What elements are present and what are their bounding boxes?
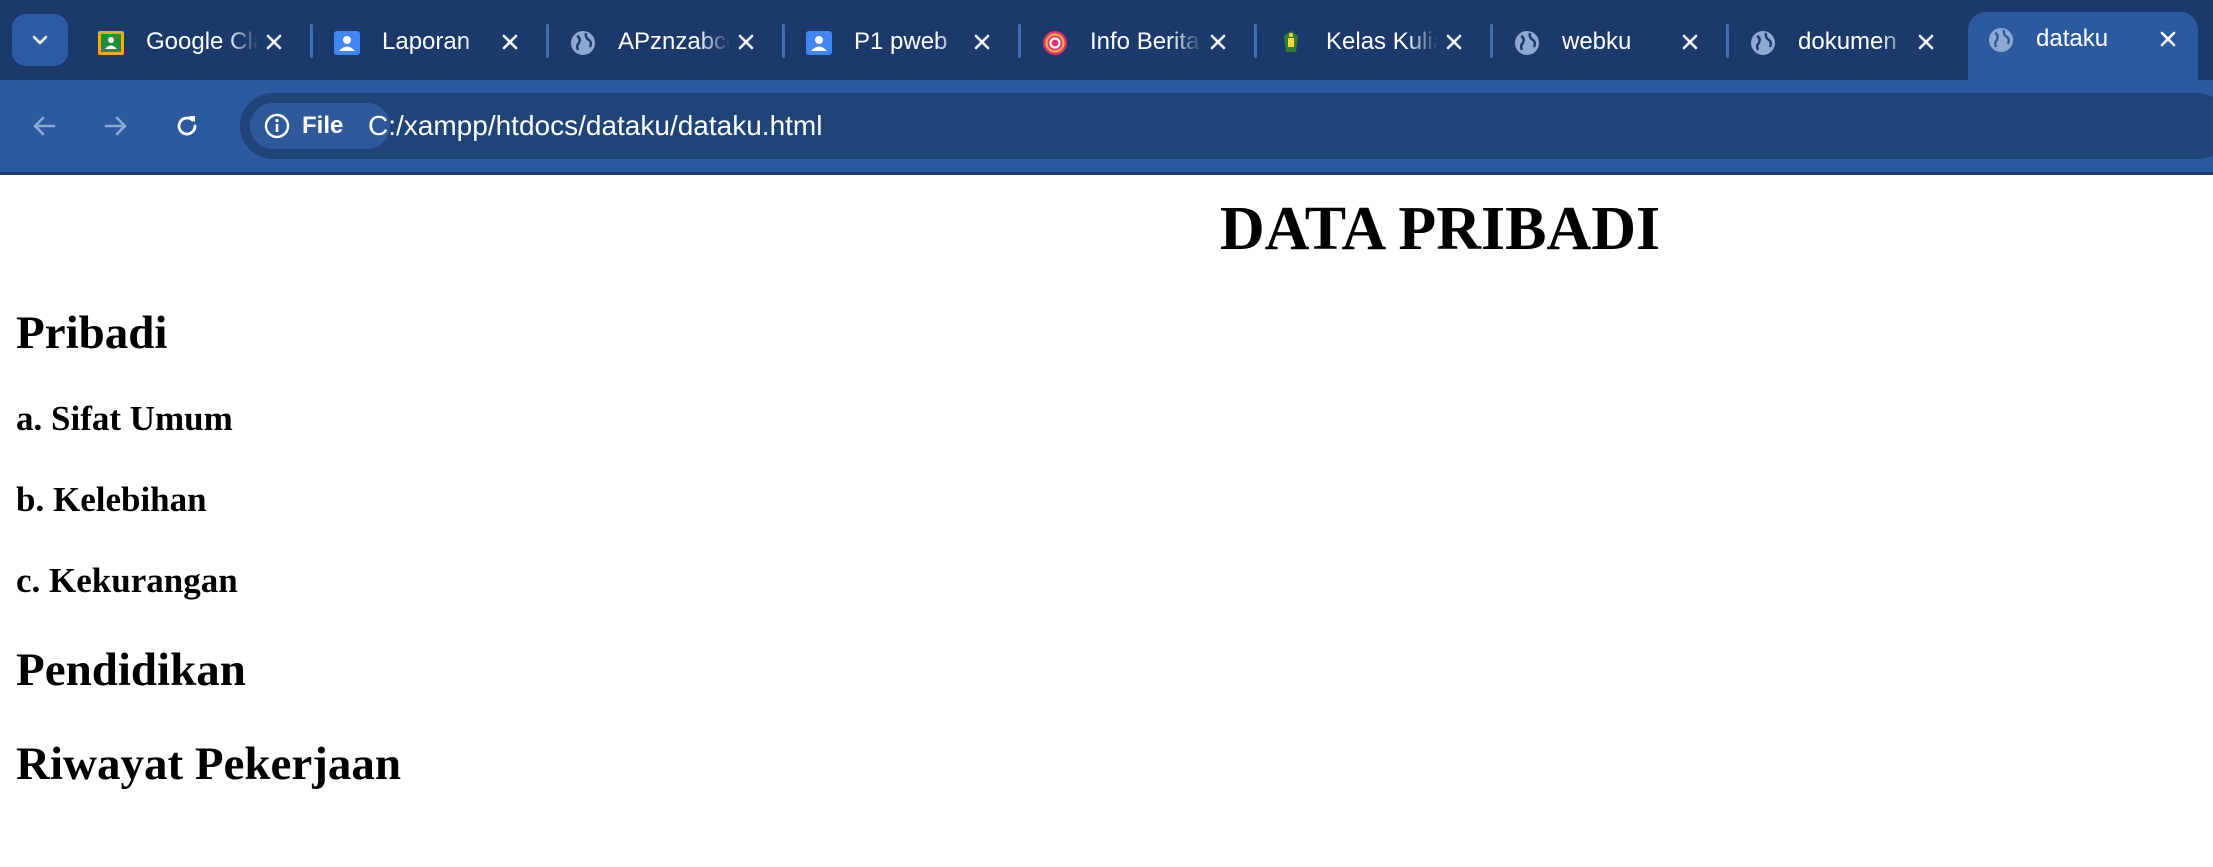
subsection-heading-sifat-umum: a. Sifat Umum: [16, 399, 233, 438]
info-icon: [262, 111, 292, 141]
section-heading-pribadi: Pribadi: [16, 307, 168, 359]
tab-title: webku: [1562, 28, 1632, 55]
globe-icon: [1748, 28, 1778, 58]
tab-title: Kelas Kuliah: [1326, 28, 1438, 55]
address-bar[interactable]: File C:/xampp/htdocs/dataku/dataku.html: [240, 93, 2213, 159]
page-title: DATA PRIBADI: [1219, 195, 1661, 263]
google-classroom-icon: [96, 28, 126, 58]
close-tab-icon[interactable]: [1200, 24, 1236, 60]
section-heading-pendidikan: Pendidikan: [16, 644, 246, 696]
reload-button[interactable]: [163, 102, 211, 150]
tab-separator: [310, 24, 313, 58]
tab-apznzab[interactable]: APznzabcdef: [550, 12, 776, 68]
tab-kelas-kuliah[interactable]: Kelas Kuliah: [1258, 12, 1484, 68]
tab-separator: [1726, 24, 1729, 58]
tab-title: P1 pweb: [854, 28, 948, 55]
back-button[interactable]: [20, 102, 68, 150]
site-info-label: File: [302, 112, 344, 139]
subsection-heading-kekurangan: c. Kekurangan: [16, 561, 238, 600]
tab-webku[interactable]: webku: [1494, 12, 1720, 68]
tab-p1-pweb[interactable]: P1 pweb: [786, 12, 1012, 68]
tab-google-classroom[interactable]: Google Classroom: [78, 12, 304, 68]
tab-title: Laporan: [382, 28, 471, 55]
close-tab-icon[interactable]: [492, 24, 528, 60]
close-tab-icon[interactable]: [2150, 21, 2186, 57]
tab-laporan[interactable]: Laporan: [314, 12, 540, 68]
section-heading-riwayat-pekerjaan: Riwayat Pekerjaan: [16, 738, 402, 790]
tab-title: APznzabcdef: [618, 28, 730, 55]
tab-separator: [1490, 24, 1493, 58]
campus-logo-icon: [1276, 28, 1306, 58]
url-text[interactable]: C:/xampp/htdocs/dataku/dataku.html: [368, 109, 822, 143]
close-tab-icon[interactable]: [1436, 24, 1472, 60]
tab-title: Info Berita: [1090, 28, 1200, 55]
subsection-heading-kelebihan: b. Kelebihan: [16, 480, 207, 519]
tab-search-button[interactable]: [12, 14, 68, 66]
tab-dataku[interactable]: dataku: [1968, 12, 2198, 80]
browser-toolbar: File C:/xampp/htdocs/dataku/dataku.html: [0, 80, 2213, 172]
reload-icon: [177, 116, 197, 136]
globe-icon: [1512, 28, 1542, 58]
close-tab-icon[interactable]: [1908, 24, 1944, 60]
globe-icon: [1986, 25, 2016, 55]
tab-title: Google Classroom: [146, 28, 258, 55]
close-tab-icon[interactable]: [1672, 24, 1708, 60]
tab-strip: Google Classroom Laporan APznzabcdef: [0, 0, 2213, 80]
close-tab-icon[interactable]: [728, 24, 764, 60]
instagram-icon: [1040, 28, 1070, 58]
close-tab-icon[interactable]: [964, 24, 1000, 60]
tab-info-berita[interactable]: Info Berita: [1022, 12, 1248, 68]
tab-separator: [782, 24, 785, 58]
arrow-left-icon: [33, 116, 56, 136]
tab-separator: [546, 24, 549, 58]
globe-icon: [568, 28, 598, 58]
google-meet-icon: [332, 28, 362, 58]
tab-separator: [1254, 24, 1257, 58]
tab-separator: [1018, 24, 1021, 58]
chevron-down-icon: [32, 35, 48, 45]
tab-dokumen[interactable]: dokumen: [1730, 12, 1956, 68]
close-tab-icon[interactable]: [256, 24, 292, 60]
google-meet-icon: [804, 28, 834, 58]
tab-title: dataku: [2036, 25, 2109, 52]
forward-button[interactable]: [92, 102, 140, 150]
page-content: DATA PRIBADI Pribadi a. Sifat Umum b. Ke…: [0, 175, 2213, 867]
tab-title: dokumen: [1798, 28, 1897, 55]
arrow-right-icon: [104, 116, 127, 136]
